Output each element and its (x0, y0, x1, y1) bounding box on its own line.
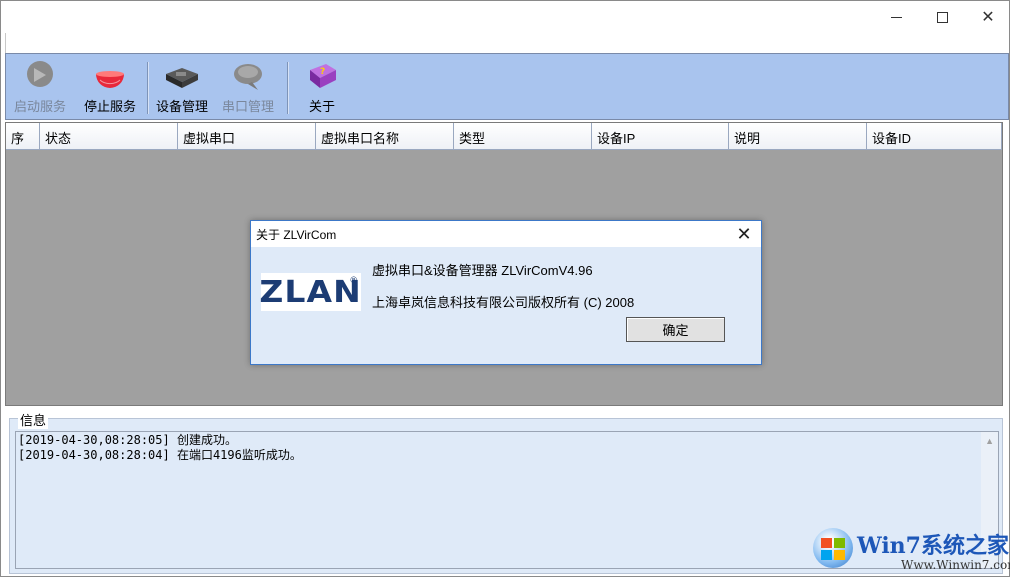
registered-mark: ® (350, 275, 357, 285)
list-header: 序 状态 虚拟串口 虚拟串口名称 类型 设备IP 说明 设备ID (6, 123, 1002, 150)
title-bar: ✕ (1, 1, 1009, 33)
serial-port-management-label: 串口管理 (222, 99, 275, 114)
watermark-url: Www.Winwin7.com (901, 558, 1010, 572)
about-label: 关于 (308, 99, 335, 114)
close-button[interactable]: ✕ (965, 1, 1010, 33)
ok-button[interactable]: 确定 (626, 317, 725, 342)
log-line: [2019-04-30,08:28:04] 在端口4196监听成功。 (18, 448, 302, 462)
play-icon (20, 60, 60, 94)
about-button[interactable]: ? 关于 (302, 60, 342, 118)
column-header-type[interactable]: 类型 (454, 123, 592, 150)
start-service-label: 启动服务 (14, 99, 67, 114)
column-header-index[interactable]: 序 (6, 123, 40, 150)
maximize-button[interactable] (919, 1, 965, 33)
menu-area (5, 33, 1007, 53)
close-icon: ✕ (736, 223, 752, 244)
minimize-icon (890, 16, 902, 18)
stop-service-button[interactable]: 停止服务 (84, 60, 136, 118)
dialog-body: ZLAN ® 虚拟串口&设备管理器 ZLVirComV4.96 上海卓岚信息科技… (251, 247, 761, 364)
stop-service-label: 停止服务 (84, 99, 137, 114)
help-book-icon: ? (302, 60, 342, 94)
toolbar-separator (287, 62, 289, 114)
close-icon: ✕ (981, 9, 995, 26)
about-dialog: 关于 ZLVirCom ✕ ZLAN ® 虚拟串口&设备管理器 ZLVirCom… (250, 220, 762, 365)
zlan-logo: ZLAN ® (259, 273, 363, 311)
dialog-close-button[interactable]: ✕ (731, 223, 757, 245)
log-line: [2019-04-30,08:28:05] 创建成功。 (18, 433, 237, 447)
column-header-status[interactable]: 状态 (40, 123, 178, 150)
column-header-device-id[interactable]: 设备ID (867, 123, 1002, 150)
column-header-virtual-port-name[interactable]: 虚拟串口名称 (316, 123, 454, 150)
product-name-text: 虚拟串口&设备管理器 ZLVirComV4.96 (372, 263, 593, 278)
toolbar-separator (147, 62, 149, 114)
svg-text:?: ? (320, 67, 325, 77)
column-header-description[interactable]: 说明 (729, 123, 867, 150)
watermark-logo: Win7系统之家 Www.Winwin7.com (813, 526, 1010, 574)
watermark-brand: Win7系统之家 (857, 533, 1009, 559)
start-service-button[interactable]: 启动服务 (14, 60, 66, 118)
stop-icon (90, 60, 130, 94)
device-management-label: 设备管理 (156, 99, 209, 114)
maximize-icon (936, 11, 948, 23)
column-header-virtual-port[interactable]: 虚拟串口 (178, 123, 316, 150)
dialog-title-bar: 关于 ZLVirCom ✕ (251, 221, 761, 247)
dialog-title: 关于 ZLVirCom (256, 228, 337, 242)
info-label: 信息 (18, 410, 49, 429)
toolbar: 启动服务 停止服务 设备管理 串口管理 ? 关于 (5, 53, 1009, 120)
column-header-device-ip[interactable]: 设备IP (592, 123, 729, 150)
serial-port-management-button[interactable]: 串口管理 (222, 60, 274, 118)
copyright-text: 上海卓岚信息科技有限公司版权所有 (C) 2008 (372, 295, 635, 310)
serial-port-icon (228, 60, 268, 94)
windows-orb-icon (813, 528, 853, 568)
device-icon (162, 60, 202, 94)
scroll-up-icon[interactable]: ▲ (985, 436, 994, 446)
main-window: ✕ 启动服务 停止服务 设备管理 串口管理 ? 关于 序 状态 虚拟串口 虚拟串… (0, 0, 1010, 577)
device-management-button[interactable]: 设备管理 (156, 60, 208, 118)
logo-text: ZLAN (259, 274, 363, 310)
minimize-button[interactable] (873, 1, 919, 33)
